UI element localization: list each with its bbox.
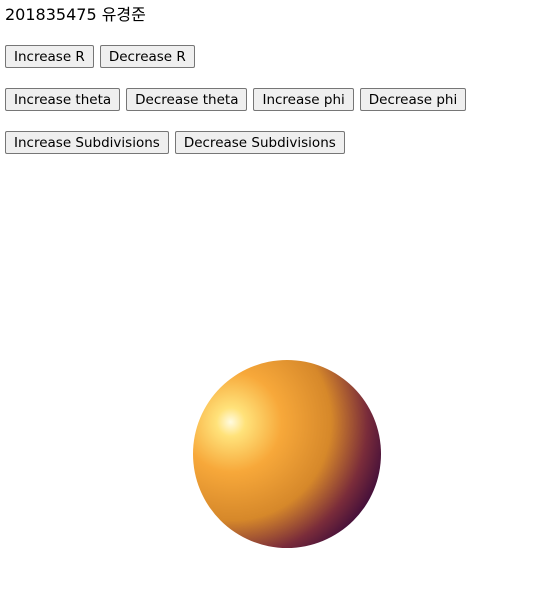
sphere-viewport	[193, 360, 381, 548]
increase-phi-button[interactable]: Increase phi	[253, 88, 354, 111]
page-title: 201835475 유경준	[5, 5, 146, 24]
decrease-theta-button[interactable]: Decrease theta	[126, 88, 248, 111]
render-canvas[interactable]	[0, 160, 551, 600]
increase-r-button[interactable]: Increase R	[5, 45, 94, 68]
decrease-subdivisions-button[interactable]: Decrease Subdivisions	[174, 131, 345, 154]
sphere	[193, 360, 381, 548]
increase-theta-button[interactable]: Increase theta	[5, 88, 121, 111]
decrease-r-button[interactable]: Decrease R	[99, 45, 195, 68]
radius-controls: Increase R Decrease R	[5, 45, 195, 68]
angle-controls: Increase theta Decrease theta Increase p…	[5, 88, 467, 111]
decrease-phi-button[interactable]: Decrease phi	[359, 88, 467, 111]
increase-subdivisions-button[interactable]: Increase Subdivisions	[5, 131, 169, 154]
subdivision-controls: Increase Subdivisions Decrease Subdivisi…	[5, 131, 345, 154]
